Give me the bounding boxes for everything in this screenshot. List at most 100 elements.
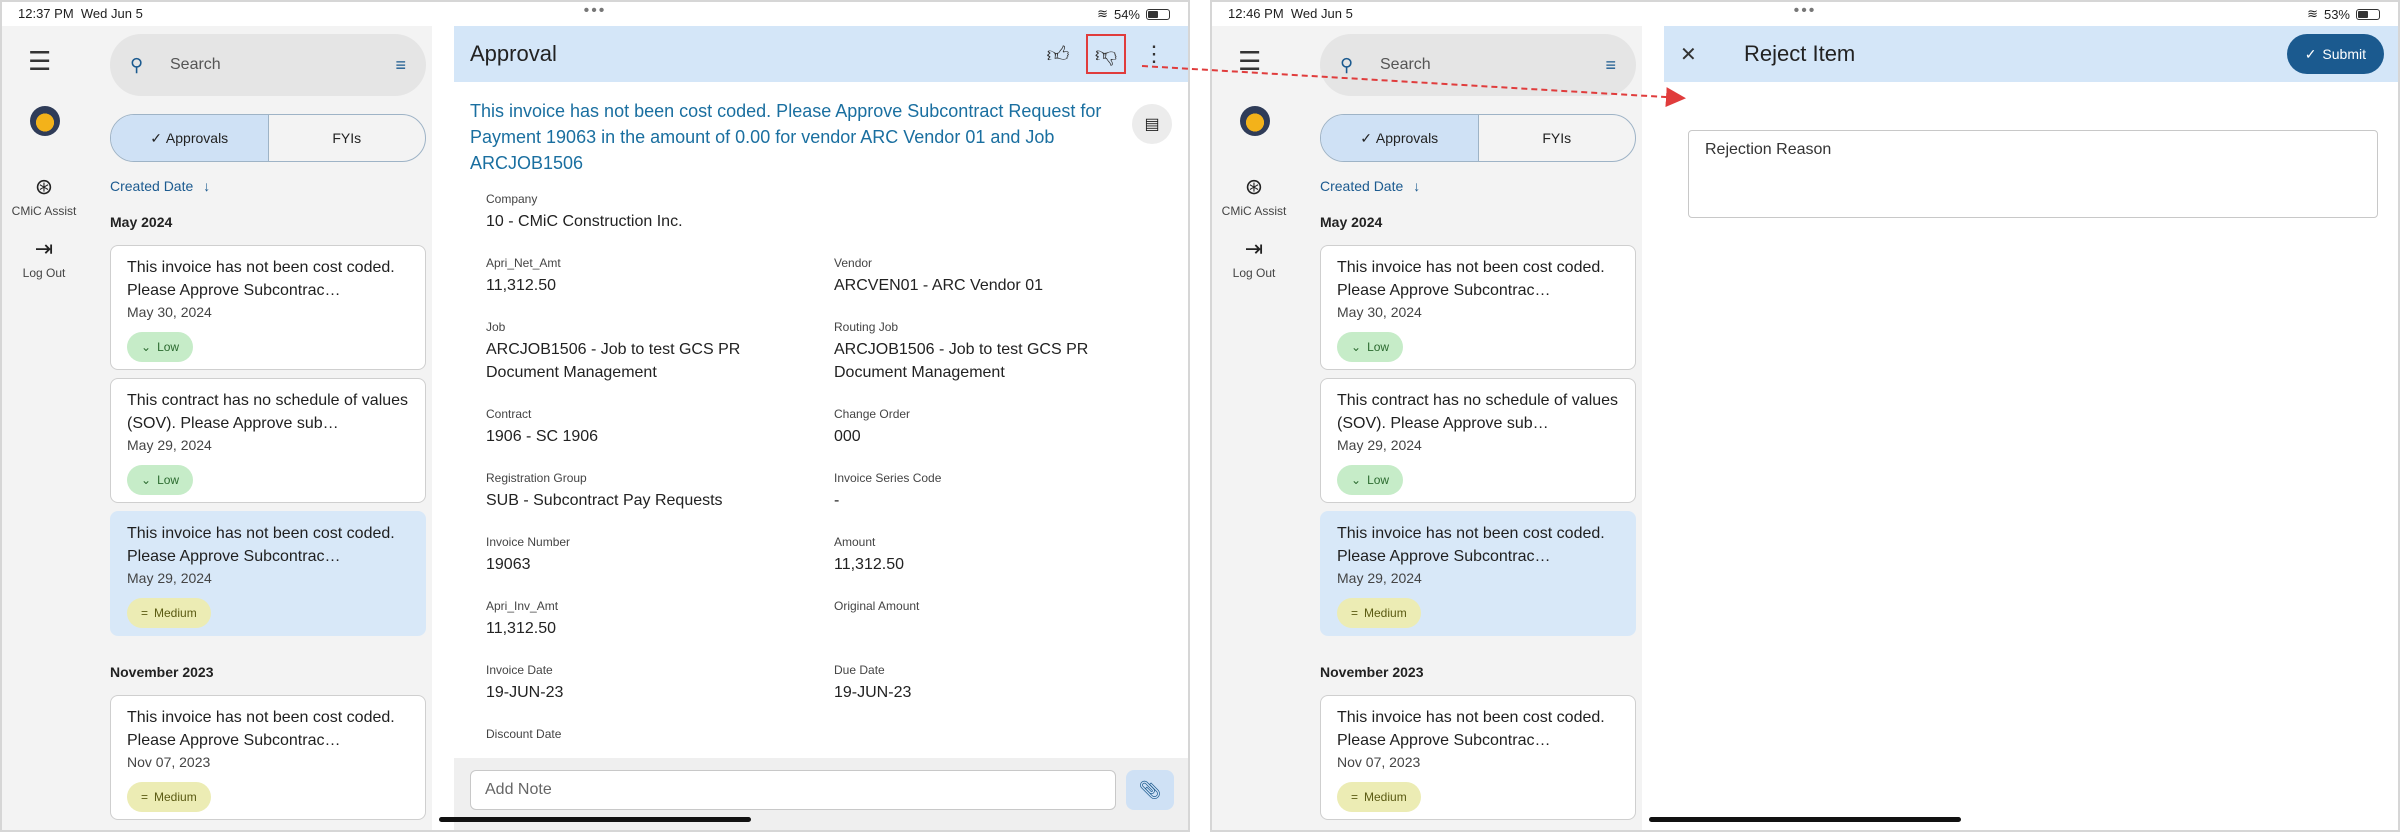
tab-approvals[interactable]: ✓ Approvals xyxy=(111,115,269,161)
log-out-button[interactable]: ⇥ Log Out xyxy=(2,236,86,280)
group-header-nov: November 2023 xyxy=(1320,664,1424,680)
list-item-text: This invoice has not been cost coded. Pl… xyxy=(127,259,395,299)
tab-approvals[interactable]: ✓ Approvals xyxy=(1321,115,1479,161)
list-item[interactable]: This invoice has not been cost coded. Pl… xyxy=(1320,245,1636,370)
field-original-amount: Original Amount xyxy=(834,599,920,613)
priority-label: Low xyxy=(157,340,180,354)
lifebuoy-icon: ⊛ xyxy=(34,174,54,199)
multitask-dots-icon[interactable]: ••• xyxy=(1794,2,1817,20)
priority-label: Medium xyxy=(154,790,197,804)
list-item[interactable]: This contract has no schedule of values … xyxy=(1320,378,1636,503)
priority-badge: = Medium xyxy=(1337,782,1421,812)
home-indicator[interactable] xyxy=(1649,817,1961,822)
submit-label: Submit xyxy=(2322,46,2366,62)
page-title: Reject Item xyxy=(1744,41,1856,66)
field-invoice-series-code: Invoice Series Code - xyxy=(834,471,942,509)
priority-badge: = Medium xyxy=(127,598,211,628)
lifebuoy-icon: ⊛ xyxy=(1244,174,1264,199)
filter-icon[interactable]: ≡ xyxy=(1605,55,1616,76)
field-registration-group: Registration Group SUB - Subcontract Pay … xyxy=(486,471,723,509)
chevron-down-icon: ⌄ xyxy=(141,473,152,487)
filter-icon[interactable]: ≡ xyxy=(395,55,406,76)
list-item-selected[interactable]: This invoice has not been cost coded. Pl… xyxy=(110,511,426,636)
status-bar: 12:46 PM Wed Jun 5 ••• ≋ 53% xyxy=(1212,2,2398,26)
rejection-reason-field[interactable]: Rejection Reason xyxy=(1688,130,2378,218)
detail-header: Approval 👍︎ 👎︎ ⋮ xyxy=(454,26,1188,82)
cmic-assist-label: CMiC Assist xyxy=(11,204,77,218)
tab-fyis-label: FYIs xyxy=(1542,130,1572,146)
field-amount: Amount 11,312.50 xyxy=(834,535,904,573)
priority-label: Medium xyxy=(154,606,197,620)
list-item-date: May 29, 2024 xyxy=(127,570,212,586)
approval-summary: This invoice has not been cost coded. Pl… xyxy=(470,101,1102,173)
inbox-tabs: ✓ Approvals FYIs xyxy=(110,114,426,162)
home-indicator[interactable] xyxy=(439,817,751,822)
log-out-button[interactable]: ⇥ Log Out xyxy=(1212,236,1296,280)
more-vert-icon[interactable]: ⋮ xyxy=(1134,34,1174,74)
screen-reject: 12:46 PM Wed Jun 5 ••• ≋ 53% ☰ ⊛ CMiC Ass… xyxy=(1210,0,2400,832)
menu-icon[interactable]: ☰ xyxy=(28,46,51,77)
wifi-icon: ≋ xyxy=(1097,6,1108,21)
priority-badge: ⌄ Low xyxy=(1337,332,1404,362)
equals-icon: = xyxy=(1351,790,1359,804)
thumbs-up-icon[interactable]: 👍︎ xyxy=(1038,34,1078,74)
avatar[interactable] xyxy=(1240,106,1270,136)
avatar[interactable] xyxy=(30,106,60,136)
paperclip-icon[interactable]: 📎︎ xyxy=(1126,770,1174,810)
status-time: 12:46 PM xyxy=(1228,6,1284,21)
priority-badge: ⌄ Low xyxy=(127,332,194,362)
list-item-selected[interactable]: This invoice has not been cost coded. Pl… xyxy=(1320,511,1636,636)
list-item[interactable]: This invoice has not been cost coded. Pl… xyxy=(110,245,426,370)
field-contract: Contract 1906 - SC 1906 xyxy=(486,407,599,445)
inbox-tabs: ✓ Approvals FYIs xyxy=(1320,114,1636,162)
list-item[interactable]: This invoice has not been cost coded. Pl… xyxy=(110,695,426,820)
cmic-assist-button[interactable]: ⊛ CMiC Assist xyxy=(2,174,86,218)
field-vendor: Vendor ARCVEN01 - ARC Vendor 01 xyxy=(834,256,1043,294)
menu-icon[interactable]: ☰ xyxy=(1238,46,1261,77)
search-input[interactable]: ⚲ Search ≡ xyxy=(1320,34,1636,96)
nav-rail: ☰ ⊛ CMiC Assist ⇥ Log Out xyxy=(2,26,86,830)
log-out-label: Log Out xyxy=(1232,266,1276,280)
group-header-nov: November 2023 xyxy=(110,664,214,680)
list-item[interactable]: This invoice has not been cost coded. Pl… xyxy=(1320,695,1636,820)
sort-button[interactable]: Created Date ↓ xyxy=(110,178,210,194)
inbox-list-pane: ⚲ Search ≡ ✓ Approvals FYIs Created Date… xyxy=(86,26,432,830)
field-apri-inv-amt: Apri_Inv_Amt 11,312.50 xyxy=(486,599,559,637)
search-icon: ⚲ xyxy=(1340,54,1354,75)
battery-percent: 53% xyxy=(2323,6,2350,22)
check-icon: ✓ xyxy=(1360,129,1376,146)
group-header-may: May 2024 xyxy=(110,214,173,230)
logout-icon: ⇥ xyxy=(34,236,54,261)
close-icon[interactable]: ✕ xyxy=(1680,42,1720,67)
logout-icon: ⇥ xyxy=(1244,236,1264,261)
field-apri-net-amt: Apri_Net_Amt 11,312.50 xyxy=(486,256,561,294)
list-item-text: This contract has no schedule of values … xyxy=(1337,392,1619,432)
priority-badge: ⌄ Low xyxy=(127,465,194,495)
priority-label: Low xyxy=(157,473,180,487)
add-note-input[interactable]: Add Note xyxy=(470,770,1116,810)
battery-icon xyxy=(1146,8,1170,20)
tab-fyis-label: FYIs xyxy=(332,130,362,146)
field-invoice-number: Invoice Number 19063 xyxy=(486,535,571,573)
search-input[interactable]: ⚲ Search ≡ xyxy=(110,34,426,96)
submit-button[interactable]: ✓ Submit xyxy=(2286,34,2384,74)
wifi-icon: ≋ xyxy=(2307,6,2318,21)
document-icon[interactable]: ▤ xyxy=(1132,104,1172,144)
cmic-assist-button[interactable]: ⊛ CMiC Assist xyxy=(1212,174,1296,218)
chevron-down-icon: ⌄ xyxy=(1351,473,1362,487)
thumbs-down-icon[interactable]: 👎︎ xyxy=(1086,34,1126,74)
sort-button[interactable]: Created Date ↓ xyxy=(1320,178,1420,194)
list-item-date: Nov 07, 2023 xyxy=(1337,754,1421,770)
equals-icon: = xyxy=(141,606,149,620)
tab-fyis[interactable]: FYIs xyxy=(269,115,426,161)
list-item[interactable]: This contract has no schedule of values … xyxy=(110,378,426,503)
list-item-date: Nov 07, 2023 xyxy=(127,754,211,770)
list-item-text: This invoice has not been cost coded. Pl… xyxy=(127,709,395,749)
priority-label: Medium xyxy=(1364,606,1407,620)
field-change-order: Change Order 000 xyxy=(834,407,911,445)
tab-fyis[interactable]: FYIs xyxy=(1479,115,1636,161)
cmic-assist-label: CMiC Assist xyxy=(1221,204,1287,218)
search-icon: ⚲ xyxy=(130,54,144,75)
list-item-text: This contract has no schedule of values … xyxy=(127,392,409,432)
multitask-dots-icon[interactable]: ••• xyxy=(584,2,607,20)
